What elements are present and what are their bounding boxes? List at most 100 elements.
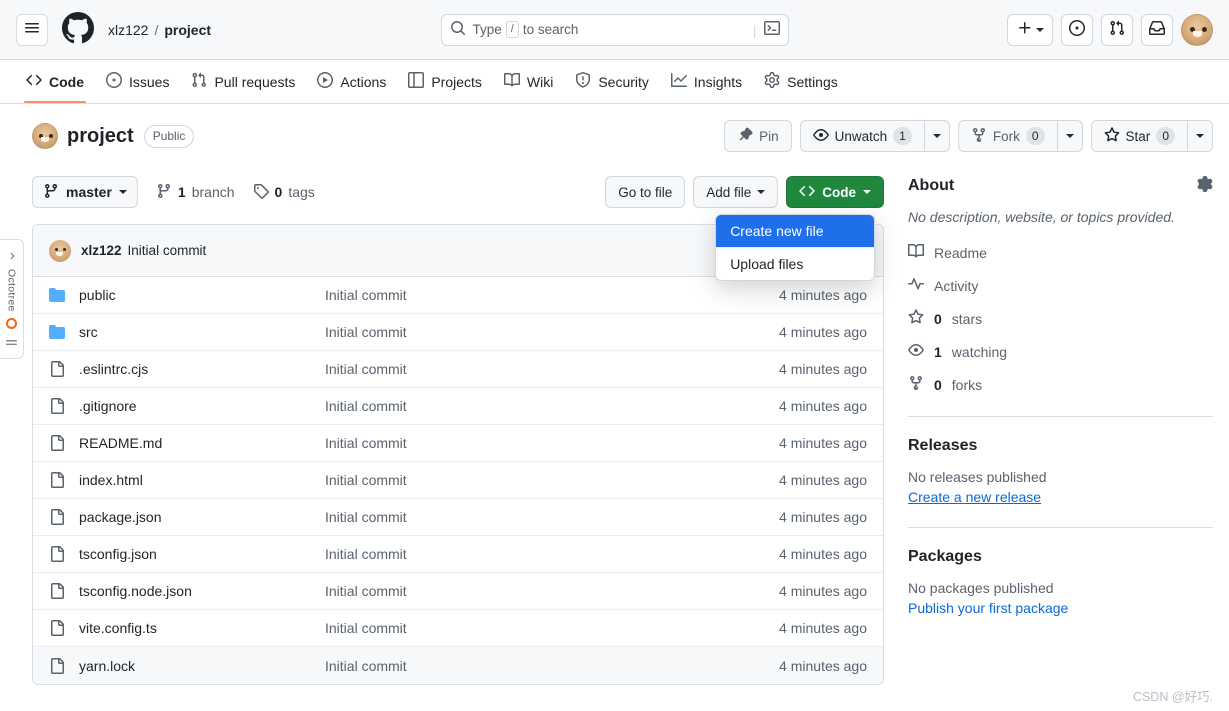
go-to-file-label: Go to file: [618, 184, 673, 200]
file-name[interactable]: tsconfig.json: [79, 546, 325, 562]
table-row[interactable]: src Initial commit 4 minutes ago: [33, 314, 883, 351]
tab-wiki[interactable]: Wiki: [494, 60, 563, 103]
search-input[interactable]: Type / to search |: [440, 13, 789, 46]
tab-pull-requests[interactable]: Pull requests: [181, 60, 305, 103]
terminal-icon[interactable]: [763, 20, 780, 39]
file-commit-message[interactable]: Initial commit: [325, 324, 779, 340]
forks-link[interactable]: 0 forks: [908, 375, 1213, 394]
create-new-button[interactable]: [1007, 13, 1053, 46]
file-timestamp: 4 minutes ago: [779, 657, 867, 674]
tab-settings[interactable]: Settings: [754, 60, 848, 103]
gear-icon[interactable]: [1197, 176, 1213, 195]
watching-link[interactable]: 1 watching: [908, 342, 1213, 361]
tab-issues[interactable]: Issues: [96, 60, 179, 103]
search-divider: |: [752, 21, 757, 38]
file-name[interactable]: package.json: [79, 509, 325, 525]
file-name[interactable]: .eslintrc.cjs: [79, 361, 325, 377]
code-button[interactable]: Code: [786, 176, 884, 208]
commit-author-name[interactable]: xlz122: [81, 243, 122, 258]
star-dropdown-button[interactable]: [1187, 120, 1213, 152]
file-name[interactable]: src: [79, 324, 325, 340]
github-home-link[interactable]: [62, 12, 94, 47]
file-commit-message[interactable]: Initial commit: [325, 658, 779, 674]
create-release-link[interactable]: Create a new release: [908, 489, 1041, 505]
table-row[interactable]: .gitignore Initial commit 4 minutes ago: [33, 388, 883, 425]
sidebar: About No description, website, or topics…: [908, 176, 1213, 685]
file-icon: [49, 472, 65, 488]
file-name[interactable]: public: [79, 287, 325, 303]
file-name[interactable]: .gitignore: [79, 398, 325, 414]
tab-actions-label: Actions: [340, 73, 387, 90]
releases-section: Releases No releases published Create a …: [908, 437, 1213, 505]
user-avatar[interactable]: [1181, 13, 1213, 46]
tab-insights[interactable]: Insights: [661, 60, 752, 103]
commit-message[interactable]: Initial commit: [128, 243, 207, 258]
issues-button[interactable]: [1061, 13, 1093, 46]
divider: [908, 527, 1213, 528]
fork-button[interactable]: Fork 0: [957, 120, 1057, 152]
menu-item-upload-files[interactable]: Upload files: [716, 247, 875, 280]
file-name[interactable]: yarn.lock: [79, 658, 325, 674]
stars-link[interactable]: 0 stars: [908, 309, 1213, 328]
unwatch-button[interactable]: Unwatch 1: [799, 120, 924, 152]
add-file-button[interactable]: Add file: [693, 176, 779, 208]
table-row[interactable]: public Initial commit 4 minutes ago: [33, 277, 883, 314]
activity-link[interactable]: Activity: [908, 276, 1213, 295]
go-to-file-button[interactable]: Go to file: [605, 176, 686, 208]
file-commit-message[interactable]: Initial commit: [325, 398, 779, 414]
inbox-icon: [1149, 20, 1165, 39]
file-commit-message[interactable]: Initial commit: [325, 287, 779, 303]
file-commit-message[interactable]: Initial commit: [325, 546, 779, 562]
table-row[interactable]: README.md Initial commit 4 minutes ago: [33, 425, 883, 462]
file-icon: [49, 361, 65, 377]
file-name[interactable]: README.md: [79, 435, 325, 451]
publish-package-link[interactable]: Publish your first package: [908, 600, 1068, 616]
star-button[interactable]: Star 0: [1090, 120, 1187, 152]
table-row[interactable]: index.html Initial commit 4 minutes ago: [33, 462, 883, 499]
table-row[interactable]: .eslintrc.cjs Initial commit 4 minutes a…: [33, 351, 883, 388]
global-header: xlz122 / project Type / to search |: [0, 0, 1229, 60]
issue-opened-icon: [106, 72, 122, 91]
issue-opened-icon: [1069, 20, 1085, 39]
tab-security[interactable]: Security: [565, 60, 659, 103]
table-row[interactable]: tsconfig.node.json Initial commit 4 minu…: [33, 573, 883, 610]
file-name[interactable]: tsconfig.node.json: [79, 583, 325, 599]
file-name[interactable]: index.html: [79, 472, 325, 488]
file-commit-message[interactable]: Initial commit: [325, 509, 779, 525]
file-icon: [49, 620, 65, 636]
tag-count-link[interactable]: 0 tags: [253, 183, 315, 202]
readme-link[interactable]: Readme: [908, 243, 1213, 262]
file-commit-message[interactable]: Initial commit: [325, 435, 779, 451]
tab-actions[interactable]: Actions: [307, 60, 396, 103]
notifications-inbox-button[interactable]: [1141, 13, 1173, 46]
tab-code[interactable]: Code: [16, 60, 94, 103]
tab-projects[interactable]: Projects: [398, 60, 492, 103]
table-row[interactable]: yarn.lock Initial commit 4 minutes ago: [33, 647, 883, 684]
file-commit-message[interactable]: Initial commit: [325, 620, 779, 636]
page-title[interactable]: project: [67, 125, 134, 148]
table-row[interactable]: package.json Initial commit 4 minutes ag…: [33, 499, 883, 536]
menu-item-create-new-file[interactable]: Create new file: [716, 215, 875, 247]
tab-projects-label: Projects: [431, 73, 482, 90]
file-commit-message[interactable]: Initial commit: [325, 472, 779, 488]
pin-button[interactable]: Pin: [724, 120, 792, 152]
table-row[interactable]: tsconfig.json Initial commit 4 minutes a…: [33, 536, 883, 573]
file-commit-message[interactable]: Initial commit: [325, 583, 779, 599]
pull-requests-button[interactable]: [1101, 13, 1133, 46]
file-timestamp: 4 minutes ago: [779, 324, 867, 340]
watch-dropdown-button[interactable]: [923, 120, 950, 152]
table-row[interactable]: vite.config.ts Initial commit 4 minutes …: [33, 610, 883, 647]
breadcrumb-repo[interactable]: project: [164, 22, 211, 38]
stars-label: stars: [951, 310, 983, 327]
breadcrumb-owner[interactable]: xlz122: [108, 22, 148, 38]
branch-selector[interactable]: master: [32, 176, 138, 208]
file-commit-message[interactable]: Initial commit: [325, 361, 779, 377]
octotree-sidebar-toggle[interactable]: Octotree: [0, 239, 24, 359]
branch-count-link[interactable]: 1 branch: [156, 183, 235, 202]
forks-count: 0: [934, 376, 942, 393]
file-timestamp: 4 minutes ago: [779, 472, 867, 488]
file-name[interactable]: vite.config.ts: [79, 620, 325, 636]
fork-dropdown-button[interactable]: [1056, 120, 1083, 152]
hamburger-menu-button[interactable]: [16, 13, 48, 46]
tab-code-label: Code: [49, 73, 84, 90]
